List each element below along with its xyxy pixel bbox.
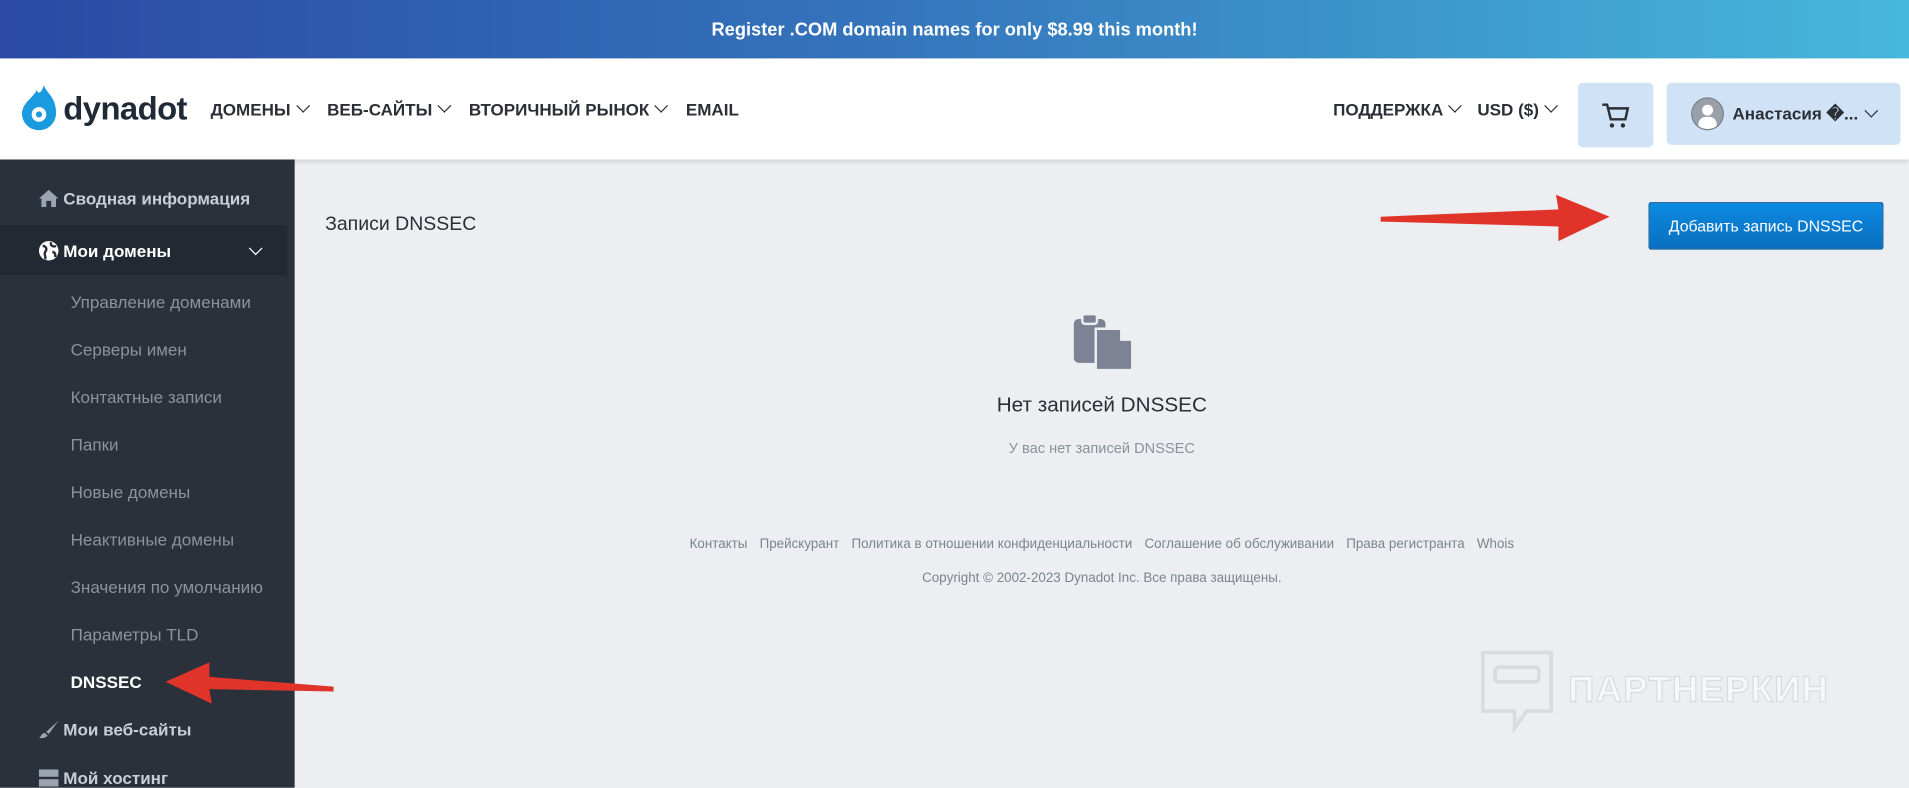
sidebar-item-my-hosting[interactable]: Мой хостинг [38, 768, 168, 788]
user-name: Анастасия �... [1732, 103, 1859, 123]
brush-icon [38, 720, 59, 739]
copyright: Copyright © 2002-2023 Dynadot Inc. Все п… [922, 571, 1282, 586]
main-nav: ДОМЕНЫ ВЕБ-САЙТЫ ВТОРИЧНЫЙ РЫНОК EMAIL [211, 58, 739, 159]
support-menu[interactable]: ПОДДЕРЖКА [1333, 99, 1463, 119]
nav-email[interactable]: EMAIL [686, 99, 739, 118]
footer-link-whois[interactable]: Whois [1477, 537, 1514, 552]
nav-domains[interactable]: ДОМЕНЫ [211, 99, 310, 119]
chevron-down-icon [1544, 99, 1558, 113]
sidebar-item-name-servers[interactable]: Серверы имен [71, 340, 187, 359]
page-title: Записи DNSSEC [325, 214, 477, 235]
page: Register .COM domain names for only $8.9… [0, 0, 1909, 788]
nav-aftermarket[interactable]: ВТОРИЧНЫЙ РЫНОК [469, 99, 669, 119]
logo[interactable]: dynadot [19, 83, 187, 134]
sidebar-item-defaults[interactable]: Значения по умолчанию [71, 577, 263, 596]
cart-button[interactable] [1577, 82, 1654, 148]
avatar [1691, 97, 1724, 131]
chevron-down-icon [295, 99, 310, 113]
right-nav: ПОДДЕРЖКА USD ($) [1333, 58, 1558, 159]
sidebar-item-tld-settings[interactable]: Параметры TLD [71, 625, 199, 644]
top-header: dynadot ДОМЕНЫ ВЕБ-САЙТЫ ВТОРИЧНЫЙ РЫНОК… [0, 58, 1909, 160]
promo-banner[interactable]: Register .COM domain names for only $8.9… [0, 0, 1909, 59]
sidebar-item-new-domains[interactable]: Новые домены [71, 482, 191, 501]
footer-link-pricing[interactable]: Прейскурант [760, 537, 840, 552]
dynadot-flame-icon [21, 85, 57, 131]
sidebar-item-inactive-domains[interactable]: Неактивные домены [71, 530, 234, 549]
cart-icon [1602, 102, 1630, 127]
sidebar-item-my-domains[interactable]: Мои домены [38, 240, 171, 262]
sidebar-item-dnssec[interactable]: DNSSEC [71, 672, 142, 691]
empty-state-title: Нет записей DNSSEC [996, 393, 1207, 417]
watermark-logo-icon [1481, 650, 1553, 733]
footer-link-registrant-rights[interactable]: Права регистранта [1346, 537, 1464, 552]
annotation-arrow-right [1380, 194, 1610, 242]
chevron-down-icon [437, 99, 452, 113]
currency-menu[interactable]: USD ($) [1477, 99, 1558, 119]
nav-websites[interactable]: ВЕБ-САЙТЫ [327, 99, 452, 119]
user-menu[interactable]: Анастасия �... [1666, 82, 1901, 145]
annotation-arrow-left [165, 662, 334, 704]
watermark-text: ПАРТНЕРКИН [1568, 669, 1830, 710]
home-icon [38, 189, 59, 207]
chevron-down-icon [654, 99, 669, 113]
footer-links: Контакты Прейскурант Политика в отношени… [295, 537, 1909, 552]
sidebar-item-my-websites[interactable]: Мои веб-сайты [38, 720, 192, 739]
globe-icon [38, 241, 59, 261]
footer-link-terms[interactable]: Соглашение об обслуживании [1144, 537, 1334, 552]
chevron-down-icon [1864, 103, 1879, 118]
chevron-down-icon [1448, 99, 1463, 113]
sidebar-item-domain-management[interactable]: Управление доменами [71, 292, 251, 311]
watermark: ПАРТНЕРКИН [1478, 648, 1829, 733]
logo-text: dynadot [63, 89, 187, 127]
add-dnssec-record-button[interactable]: Добавить запись DNSSEC [1648, 202, 1884, 250]
empty-state-text: У вас нет записей DNSSEC [1008, 439, 1195, 457]
server-icon [38, 769, 59, 787]
footer-link-contacts[interactable]: Контакты [690, 537, 748, 552]
promo-text[interactable]: Register .COM domain names for only $8.9… [711, 19, 1197, 40]
sidebar-item-summary[interactable]: Сводная информация [38, 189, 250, 208]
footer-link-privacy[interactable]: Политика в отношении конфиденциальности [851, 537, 1132, 552]
clipboard-icon [1073, 312, 1134, 372]
